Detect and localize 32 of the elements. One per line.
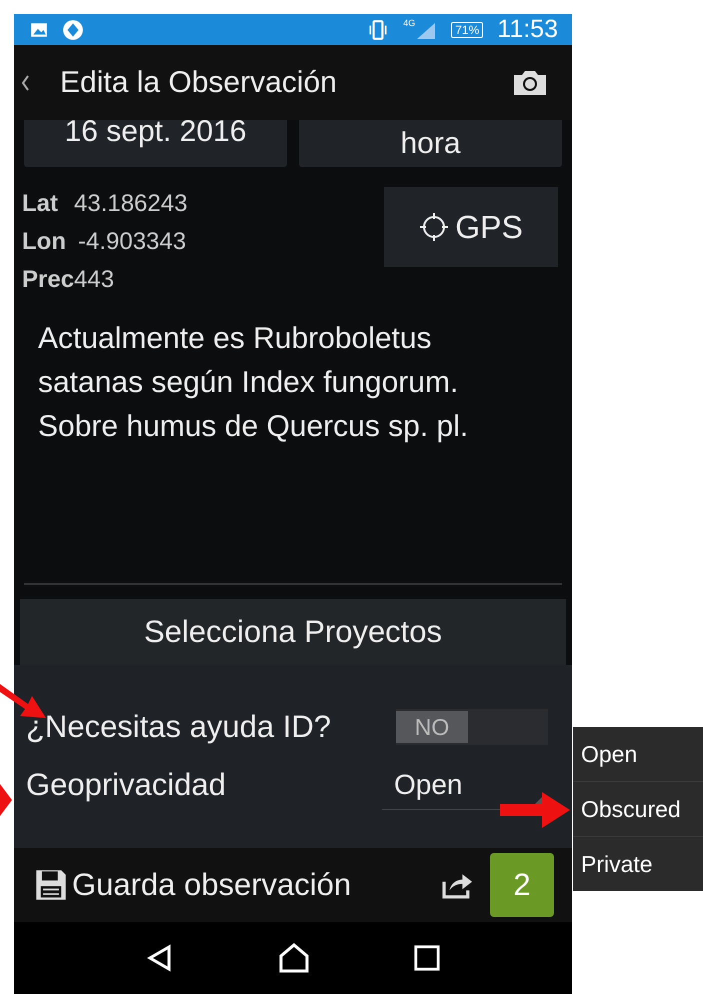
battery-indicator: 71% bbox=[451, 22, 484, 38]
save-observation-button[interactable]: Guarda observación bbox=[34, 867, 352, 903]
date-time-button[interactable]: hora bbox=[299, 120, 562, 167]
annotation-arrow bbox=[500, 792, 570, 828]
crosshair-icon bbox=[419, 212, 450, 242]
date-time-button[interactable]: 16 sept. 2016 bbox=[24, 120, 287, 167]
select-projects-button[interactable]: Selecciona Proyectos bbox=[20, 599, 566, 665]
recent-apps-icon[interactable] bbox=[412, 944, 441, 972]
help-id-toggle[interactable]: NO bbox=[396, 709, 548, 745]
coordinate-label: Prec bbox=[22, 266, 74, 294]
image-icon bbox=[30, 20, 48, 38]
dropdown-option[interactable]: Private bbox=[573, 836, 703, 891]
camera-icon[interactable] bbox=[512, 68, 548, 96]
dropdown-option[interactable]: Obscured bbox=[573, 781, 703, 836]
coordinate-value: -4.903343 bbox=[78, 228, 186, 256]
coordinate-value: 443 bbox=[74, 266, 114, 294]
home-icon[interactable] bbox=[278, 942, 310, 974]
geoprivacy-label: Geoprivacidad bbox=[26, 767, 226, 803]
vibrate-icon bbox=[367, 18, 390, 40]
coordinate-label: Lon bbox=[22, 228, 66, 256]
dropdown-option[interactable]: Open bbox=[573, 727, 703, 781]
gps-button[interactable]: GPS bbox=[384, 187, 558, 267]
help-id-label: ¿Necesitas ayuda ID? bbox=[26, 709, 331, 745]
app-logo-icon bbox=[62, 18, 84, 40]
screen-title: Edita la Observación bbox=[60, 66, 337, 100]
signal-icon bbox=[417, 20, 438, 38]
network-type: 4G bbox=[403, 18, 416, 28]
notes-field[interactable]: Actualmente es Rubroboletus satanas según Index fungorum. Sobre humus de Quercus sp. pl. bbox=[24, 317, 562, 585]
back-icon[interactable] bbox=[20, 72, 30, 92]
coordinate-value: 43.186243 bbox=[74, 190, 188, 218]
coordinate-label: Lat bbox=[22, 190, 59, 218]
clock: 11:53 bbox=[497, 15, 558, 44]
